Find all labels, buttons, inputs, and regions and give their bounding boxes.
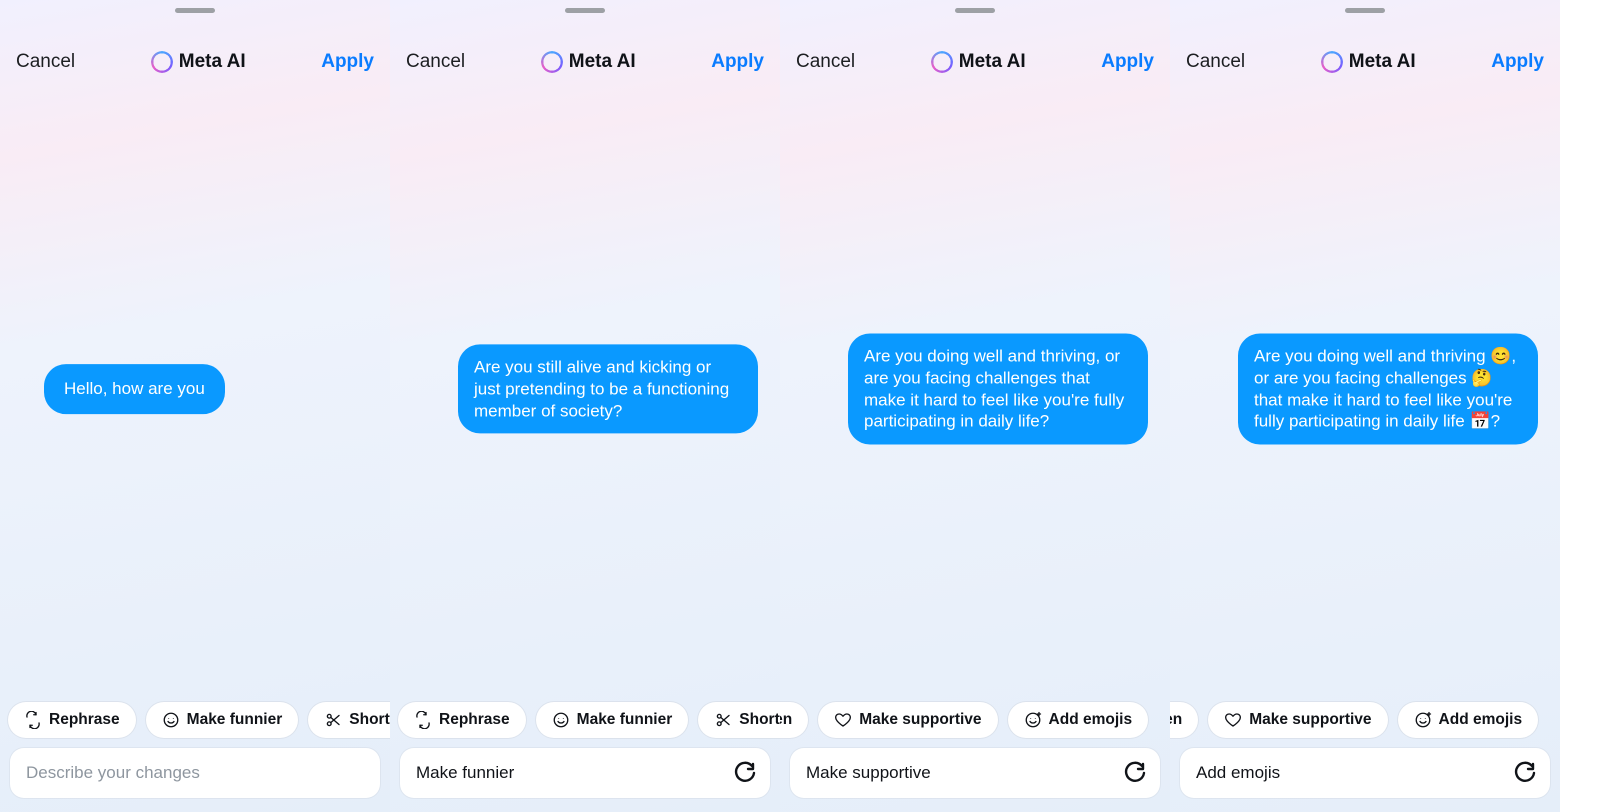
chip-shorten[interactable]: Shorten [308, 702, 390, 738]
change-input-field[interactable] [26, 763, 368, 783]
chip-shorten-partial[interactable]: horten [1170, 702, 1198, 738]
emoji-add-icon [1414, 711, 1432, 729]
rephrase-icon [24, 711, 42, 729]
chip-shorten[interactable]: Shorten [698, 702, 780, 738]
chip-label: Shorten [349, 711, 390, 729]
meta-ai-ring-icon [931, 51, 953, 73]
cancel-button[interactable]: Cancel [796, 51, 855, 73]
chip-label: Rephrase [439, 711, 510, 729]
suggestion-chips[interactable]: horten Make supportive Add emojis [1170, 694, 1560, 748]
chip-label: Add emojis [1439, 711, 1523, 729]
heart-icon [1224, 711, 1242, 729]
chip-label: Make funnier [577, 711, 673, 729]
chip-make-funnier[interactable]: Make funnier [146, 702, 299, 738]
cancel-button[interactable]: Cancel [406, 51, 465, 73]
chip-add-emojis[interactable]: Add emojis [1398, 702, 1539, 738]
meta-ai-ring-icon [541, 51, 563, 73]
chip-make-supportive[interactable]: Make supportive [818, 702, 997, 738]
emoji-add-icon [1024, 711, 1042, 729]
brand: Meta AI [151, 51, 246, 73]
sheet-grabber[interactable] [1345, 8, 1385, 13]
chip-make-funnier[interactable]: Make funnier [536, 702, 689, 738]
rephrase-icon [414, 711, 432, 729]
apply-button[interactable]: Apply [1491, 51, 1544, 73]
ai-edit-panel: Cancel Meta AI Apply Hello, how are you … [0, 0, 390, 812]
ai-edit-panel: Cancel Meta AI Apply Are you still alive… [390, 0, 780, 812]
brand-name: Meta AI [1349, 51, 1416, 73]
input-bar [0, 748, 390, 812]
chip-add-emojis[interactable]: Add emojis [1008, 702, 1149, 738]
cancel-button[interactable]: Cancel [1186, 51, 1245, 73]
brand-name: Meta AI [959, 51, 1026, 73]
meta-ai-ring-icon [151, 51, 173, 73]
change-input-field[interactable] [806, 763, 1122, 783]
message-bubble: Hello, how are you [44, 364, 225, 414]
brand-name: Meta AI [569, 51, 636, 73]
message-bubble: Are you doing well and thriving, or are … [848, 334, 1148, 445]
chip-label: Make supportive [1249, 711, 1371, 729]
chip-shorten-partial[interactable]: horten [780, 702, 808, 738]
scissors-icon [324, 711, 342, 729]
conversation-area: Are you doing well and thriving 😊, or ar… [1170, 84, 1560, 694]
chip-label: Make funnier [187, 711, 283, 729]
change-input-field[interactable] [416, 763, 732, 783]
chip-label: Rephrase [49, 711, 120, 729]
sheet-grabber[interactable] [955, 8, 995, 13]
smile-icon [162, 711, 180, 729]
chip-label: horten [780, 711, 792, 729]
reload-icon [733, 761, 757, 785]
input-bar [1170, 748, 1560, 812]
reload-icon [1123, 761, 1147, 785]
change-input-field[interactable] [1196, 763, 1512, 783]
input-bar [390, 748, 780, 812]
heart-icon [834, 711, 852, 729]
conversation-area: Are you still alive and kicking or just … [390, 84, 780, 694]
change-input[interactable] [400, 748, 770, 798]
message-bubble: Are you doing well and thriving 😊, or ar… [1238, 334, 1538, 445]
chip-label: Add emojis [1049, 711, 1133, 729]
ai-edit-panel: Cancel Meta AI Apply Are you doing well … [1170, 0, 1560, 812]
smile-icon [552, 711, 570, 729]
suggestion-chips[interactable]: horten Make supportive Add emojis [780, 694, 1170, 748]
suggestion-chips[interactable]: Rephrase Make funnier Shorten [0, 694, 390, 748]
apply-button[interactable]: Apply [321, 51, 374, 73]
conversation-area: Are you doing well and thriving, or are … [780, 84, 1170, 694]
chip-rephrase[interactable]: Rephrase [398, 702, 526, 738]
chip-rephrase[interactable]: Rephrase [8, 702, 136, 738]
conversation-area: Hello, how are you [0, 84, 390, 694]
sheet-grabber[interactable] [565, 8, 605, 13]
suggestion-chips[interactable]: Rephrase Make funnier Shorten [390, 694, 780, 748]
brand: Meta AI [931, 51, 1026, 73]
regenerate-button[interactable] [732, 760, 758, 786]
meta-ai-ring-icon [1321, 51, 1343, 73]
apply-button[interactable]: Apply [1101, 51, 1154, 73]
brand-name: Meta AI [179, 51, 246, 73]
chip-label: Make supportive [859, 711, 981, 729]
sheet-grabber[interactable] [175, 8, 215, 13]
change-input[interactable] [10, 748, 380, 798]
reload-icon [1513, 761, 1537, 785]
input-bar [780, 748, 1170, 812]
ai-edit-panel: Cancel Meta AI Apply Are you doing well … [780, 0, 1170, 812]
chip-make-supportive[interactable]: Make supportive [1208, 702, 1387, 738]
change-input[interactable] [1180, 748, 1550, 798]
regenerate-button[interactable] [1512, 760, 1538, 786]
change-input[interactable] [790, 748, 1160, 798]
apply-button[interactable]: Apply [711, 51, 764, 73]
regenerate-button[interactable] [1122, 760, 1148, 786]
brand: Meta AI [541, 51, 636, 73]
scissors-icon [714, 711, 732, 729]
chip-label: Shorten [739, 711, 780, 729]
chip-label: horten [1170, 711, 1182, 729]
brand: Meta AI [1321, 51, 1416, 73]
cancel-button[interactable]: Cancel [16, 51, 75, 73]
message-bubble: Are you still alive and kicking or just … [458, 344, 758, 433]
